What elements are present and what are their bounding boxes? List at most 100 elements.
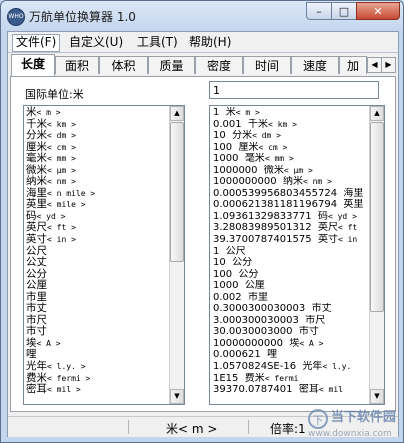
unit-name: 公尺 [26, 244, 47, 257]
unit-list-item[interactable]: 纳米< nm > [26, 176, 170, 188]
status-divider [128, 420, 129, 434]
result-value: 10 [213, 130, 226, 142]
menu-help[interactable]: 帮助(H) [186, 34, 234, 50]
unit-symbol: < n mile > [47, 188, 96, 198]
result-scroll-thumb[interactable] [370, 122, 384, 312]
unit-name: 纳米 [26, 175, 47, 188]
result-line: 10000000000 埃< A > [213, 338, 373, 350]
watermark: 下 当下软件园 www.downxia.com [308, 406, 398, 439]
menu-tools[interactable]: 工具(T) [134, 34, 181, 50]
tab-scroll-right-icon[interactable]: ▶ [381, 57, 396, 73]
result-value: 30.0030003000 [213, 326, 293, 338]
result-value: 1.0570824SE-16 [213, 361, 297, 373]
result-unit-symbol: < m > [235, 108, 260, 117]
result-value: 0.000539956803455724 [213, 187, 338, 199]
unit-symbol: < l.y. > [47, 362, 86, 372]
unit-list-item[interactable]: 公厘 [26, 279, 170, 292]
category-tabs: 长度 面积 体积 质量 密度 时间 速度 加 ◀ ▶ [8, 54, 398, 76]
result-line: 0.000621381181196794 英里 [213, 199, 373, 211]
unit-list-item[interactable]: 米< m > [26, 106, 170, 119]
unit-list-item[interactable]: 市尺 [26, 314, 170, 327]
title-bar[interactable]: WHO 万航单位换算器 1.0 – □ ✕ [1, 1, 403, 31]
result-unit-name: 米 [225, 107, 236, 118]
scroll-down-icon[interactable]: ▼ [170, 389, 184, 404]
result-line: 0.001 千米< km > [213, 119, 373, 131]
unit-list-item[interactable]: 公分 [26, 268, 170, 281]
result-value: 1.09361329833771 [213, 210, 312, 222]
tab-time[interactable]: 时间 [243, 56, 291, 74]
result-unit-name: 分米 [232, 130, 253, 142]
result-lines: 1 米< m >0.001 千米< km >10 分米< dm >100 厘米<… [213, 107, 373, 396]
unit-name: 公厘 [26, 279, 47, 292]
unit-list-item[interactable]: 千米< km > [26, 117, 170, 131]
unit-list-item[interactable]: 英尺< ft > [26, 222, 170, 234]
unit-list-item[interactable]: 毫米< mm > [26, 152, 170, 165]
value-input[interactable] [213, 83, 353, 97]
unit-list-item[interactable]: 海里< n mile > [26, 187, 170, 200]
unit-list-item[interactable]: 公丈 [26, 256, 170, 269]
unit-list-item[interactable]: 费米< fermi > [26, 372, 170, 385]
result-line: 10 分米< dm > [213, 130, 373, 142]
tab-more[interactable]: 加 [339, 56, 367, 74]
scroll-up-icon[interactable]: ▲ [170, 106, 184, 121]
scroll-thumb[interactable] [170, 122, 184, 262]
tab-mass[interactable]: 质量 [148, 56, 195, 74]
unit-list-item[interactable]: 英里< mile > [26, 199, 170, 211]
result-unit-name: 市寸 [298, 326, 319, 338]
result-unit-symbol: < fermi [264, 373, 299, 383]
value-input-field[interactable] [209, 81, 379, 99]
unit-symbol: < mm > [47, 154, 76, 164]
result-line: 0.000539956803455724 海里 [213, 188, 373, 200]
unit-list-item[interactable]: 微米< μm > [26, 164, 170, 177]
unit-list-item[interactable]: 光年< l.y. > [26, 360, 170, 373]
tab-density[interactable]: 密度 [195, 56, 243, 74]
app-logo-icon: WHO [7, 8, 25, 26]
menu-file[interactable]: 文件(F) [12, 34, 61, 52]
unit-list-item[interactable]: 市寸 [26, 326, 170, 338]
tab-scroll-left-icon[interactable]: ◀ [367, 57, 382, 73]
unit-symbol: < nm > [47, 177, 76, 187]
result-value: 1000000000 [213, 176, 277, 188]
unit-list-item[interactable]: 市里 [26, 291, 170, 304]
unit-list-scrollbar[interactable]: ▲ ▼ [169, 106, 184, 404]
unit-name: 哩 [26, 348, 37, 361]
si-unit-label: 国际单位:米 [25, 88, 84, 101]
status-divider [248, 420, 249, 434]
unit-list-item[interactable]: 厘米< cm > [26, 141, 170, 154]
unit-list-item[interactable]: 分米< dm > [26, 129, 170, 142]
result-line: 0.000621 哩 [213, 349, 373, 361]
result-line: 1 米< m > [213, 107, 373, 119]
close-button[interactable]: ✕ [356, 2, 400, 20]
result-unit-name: 英尺 [317, 222, 338, 234]
unit-list-item[interactable]: 市丈 [26, 303, 170, 315]
unit-list[interactable]: 米< m > 千米< km > 分米< dm > 厘米< cm > 毫米< mm > 微米… [23, 105, 185, 405]
result-scroll-down-icon[interactable]: ▼ [370, 389, 384, 404]
unit-list-item[interactable]: 码< yd > [26, 210, 170, 223]
tab-speed[interactable]: 速度 [291, 56, 339, 74]
menu-bar: 文件(F) 自定义(U) 工具(T) 帮助(H) [8, 32, 398, 53]
result-scroll-up-icon[interactable]: ▲ [370, 106, 384, 121]
unit-name: 千米 [26, 117, 47, 130]
tab-length[interactable]: 长度 [11, 54, 55, 76]
menu-custom[interactable]: 自定义(U) [66, 34, 126, 50]
tab-volume[interactable]: 体积 [99, 56, 148, 74]
result-unit-name: 市丈 [311, 303, 332, 315]
result-value: 1000 [213, 153, 239, 165]
maximize-button[interactable]: □ [331, 2, 357, 20]
result-unit-name: 英里 [343, 199, 364, 211]
tab-area[interactable]: 面积 [55, 56, 99, 74]
watermark-url: www.downxia.com [308, 428, 392, 439]
minimize-button[interactable]: – [306, 2, 332, 20]
unit-list-item[interactable]: 哩 [26, 349, 170, 361]
unit-symbol: < in > [47, 235, 76, 245]
result-unit-name: 公尺 [225, 245, 246, 257]
unit-list-item[interactable]: 埃< A > [26, 337, 170, 350]
result-scrollbar[interactable]: ▲ ▼ [369, 106, 384, 404]
result-box[interactable]: 1 米< m >0.001 千米< km >10 分米< dm >100 厘米<… [209, 105, 385, 405]
unit-list-item[interactable]: 英寸< in > [26, 233, 170, 246]
unit-list-item[interactable]: 公尺 [26, 244, 170, 258]
unit-list-item[interactable]: 密耳< mil > [26, 383, 170, 396]
result-unit-symbol: < cm > [258, 142, 288, 152]
result-unit-name: 密耳 [298, 384, 319, 396]
result-value: 39370.0787401 [213, 384, 293, 396]
